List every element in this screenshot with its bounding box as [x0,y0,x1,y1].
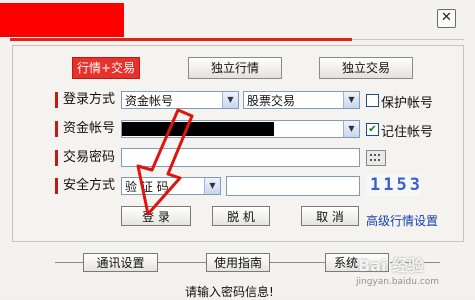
header-divider [352,39,464,40]
dropdown-arrow-icon[interactable]: ▼ [343,121,359,137]
login-mode-value: 资金帐号 [125,94,174,108]
user-guide-button[interactable]: 使用指南 [206,253,270,272]
keyboard-icon[interactable] [366,150,386,166]
comm-settings-button[interactable]: 通讯设置 [83,253,158,272]
tab-quotes-and-trade[interactable]: 行情+交易 [72,57,140,79]
trade-type-value: 股票交易 [247,94,296,108]
login-mode-select[interactable]: 资金帐号 ▼ [121,91,239,109]
redacted-title-block [0,3,124,37]
login-mode-label: 登录方式 [55,92,115,108]
trade-type-select[interactable]: 股票交易 ▼ [243,91,360,109]
cancel-button[interactable]: 取 消 [301,206,359,226]
advanced-quotes-settings-link[interactable]: 高级行情设置 [366,212,438,229]
account-label: 资金帐号 [55,121,115,137]
remember-account-checkbox[interactable]: ✔ [366,123,379,136]
remember-account-label: 记住帐号 [381,125,434,140]
footer-divider [55,262,83,263]
dropdown-arrow-icon[interactable]: ▼ [343,92,359,108]
captcha-input[interactable] [226,176,360,196]
footer-divider [270,262,325,263]
tab-trade-only[interactable]: 独立交易 [319,57,413,79]
dropdown-arrow-icon[interactable]: ▼ [222,92,238,108]
captcha-image[interactable]: 1153 [366,174,420,196]
watermark-logo: Bai 经验 [358,256,425,275]
trade-password-label: 交易密码 [55,150,115,166]
security-mode-label: 安全方式 [55,178,115,194]
login-dialog: ✕ 行情+交易 独立行情 独立交易 登录方式 资金帐号 ▼ 股票交易 ▼ 保护帐… [0,0,475,299]
offline-button[interactable]: 脱 机 [212,206,270,226]
tab-quotes-only[interactable]: 独立行情 [188,57,282,79]
status-message: 请输入密码信息! [185,285,274,299]
protect-account-label: 保护帐号 [381,96,434,111]
footer-divider [158,262,206,263]
watermark-url: jingyan.baidu.com [356,277,440,287]
header-accent-line [10,38,352,41]
close-icon[interactable]: ✕ [437,9,456,28]
annotation-arrow-icon [136,108,194,216]
protect-account-checkbox[interactable] [366,94,379,107]
